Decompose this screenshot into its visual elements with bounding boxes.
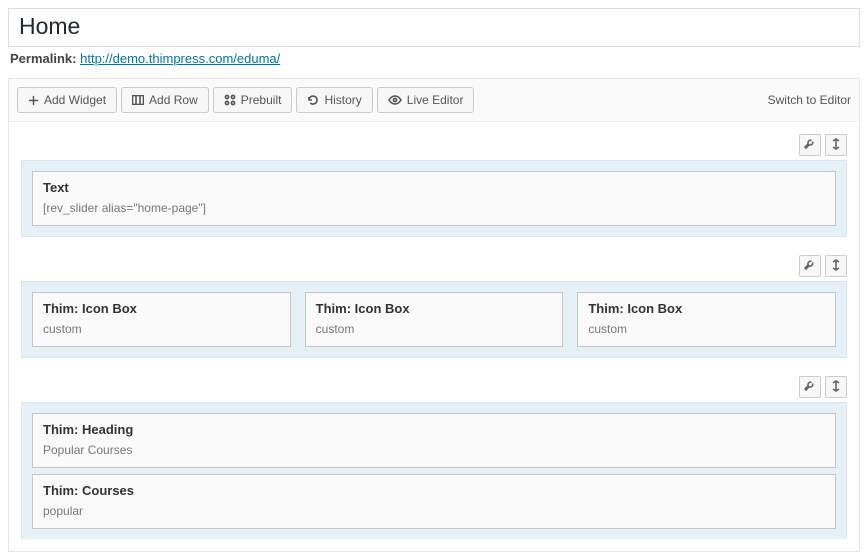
toolbar: Add Widget Add Row Prebuilt History Live… [9, 79, 859, 122]
permalink-label: Permalink: [10, 51, 76, 66]
widget[interactable]: Thim: Icon Box custom [305, 292, 564, 347]
widget[interactable]: Text [rev_slider alias="home-page"] [32, 171, 836, 226]
row-move-button[interactable] [825, 134, 847, 156]
widget-desc: [rev_slider alias="home-page"] [43, 201, 825, 215]
live-editor-button[interactable]: Live Editor [377, 87, 475, 113]
page-title-box[interactable]: Home [8, 8, 860, 47]
row-cell[interactable]: Thim: Heading Popular Courses Thim: Cour… [32, 413, 836, 529]
widget-title: Thim: Icon Box [43, 301, 280, 316]
columns-icon [132, 95, 144, 105]
switch-editor-link[interactable]: Switch to Editor [768, 93, 851, 107]
row-body[interactable]: Thim: Icon Box custom Thim: Icon Box cus… [21, 281, 847, 358]
row-cell[interactable]: Text [rev_slider alias="home-page"] [32, 171, 836, 226]
widget-desc: custom [588, 322, 825, 336]
widget-title: Thim: Heading [43, 422, 825, 437]
add-row-label: Add Row [149, 93, 198, 107]
eye-icon [388, 95, 402, 105]
cubes-icon [224, 94, 236, 106]
builder-canvas: Text [rev_slider alias="home-page"] [9, 122, 859, 551]
widget-desc: custom [43, 322, 280, 336]
row-body[interactable]: Thim: Heading Popular Courses Thim: Cour… [21, 402, 847, 539]
history-button[interactable]: History [296, 87, 372, 113]
add-widget-label: Add Widget [44, 93, 106, 107]
wrench-icon [804, 259, 816, 274]
row-edit-button[interactable] [799, 134, 821, 156]
widget-title: Thim: Icon Box [588, 301, 825, 316]
builder-row: Text [rev_slider alias="home-page"] [21, 134, 847, 237]
prebuilt-button[interactable]: Prebuilt [213, 87, 293, 113]
add-row-button[interactable]: Add Row [121, 87, 209, 113]
widget-title: Thim: Icon Box [316, 301, 553, 316]
widget-desc: popular [43, 504, 825, 518]
move-icon [831, 138, 841, 153]
builder-row: Thim: Icon Box custom Thim: Icon Box cus… [21, 255, 847, 358]
row-move-button[interactable] [825, 255, 847, 277]
widget-desc: custom [316, 322, 553, 336]
row-controls [21, 255, 847, 277]
widget-title: Thim: Courses [43, 483, 825, 498]
history-label: History [324, 93, 361, 107]
row-move-button[interactable] [825, 376, 847, 398]
widget-desc: Popular Courses [43, 443, 825, 457]
widget[interactable]: Thim: Courses popular [32, 474, 836, 529]
wrench-icon [804, 138, 816, 153]
builder-row: Thim: Heading Popular Courses Thim: Cour… [21, 376, 847, 539]
widget[interactable]: Thim: Icon Box custom [577, 292, 836, 347]
add-widget-button[interactable]: Add Widget [17, 87, 117, 113]
permalink: Permalink: http://demo.thimpress.com/edu… [10, 51, 860, 66]
row-edit-button[interactable] [799, 376, 821, 398]
row-cell[interactable]: Thim: Icon Box custom [305, 292, 564, 347]
plus-icon [28, 95, 39, 106]
row-cell[interactable]: Thim: Icon Box custom [32, 292, 291, 347]
prebuilt-label: Prebuilt [241, 93, 282, 107]
page-title: Home [19, 13, 849, 40]
move-icon [831, 380, 841, 395]
widget[interactable]: Thim: Heading Popular Courses [32, 413, 836, 468]
row-body[interactable]: Text [rev_slider alias="home-page"] [21, 160, 847, 237]
page-builder: Add Widget Add Row Prebuilt History Live… [8, 78, 860, 552]
row-edit-button[interactable] [799, 255, 821, 277]
row-controls [21, 376, 847, 398]
row-controls [21, 134, 847, 156]
move-icon [831, 259, 841, 274]
permalink-url[interactable]: http://demo.thimpress.com/eduma/ [80, 51, 280, 66]
row-cell[interactable]: Thim: Icon Box custom [577, 292, 836, 347]
wrench-icon [804, 380, 816, 395]
undo-icon [307, 94, 319, 106]
live-editor-label: Live Editor [407, 93, 464, 107]
widget-title: Text [43, 180, 825, 195]
widget[interactable]: Thim: Icon Box custom [32, 292, 291, 347]
